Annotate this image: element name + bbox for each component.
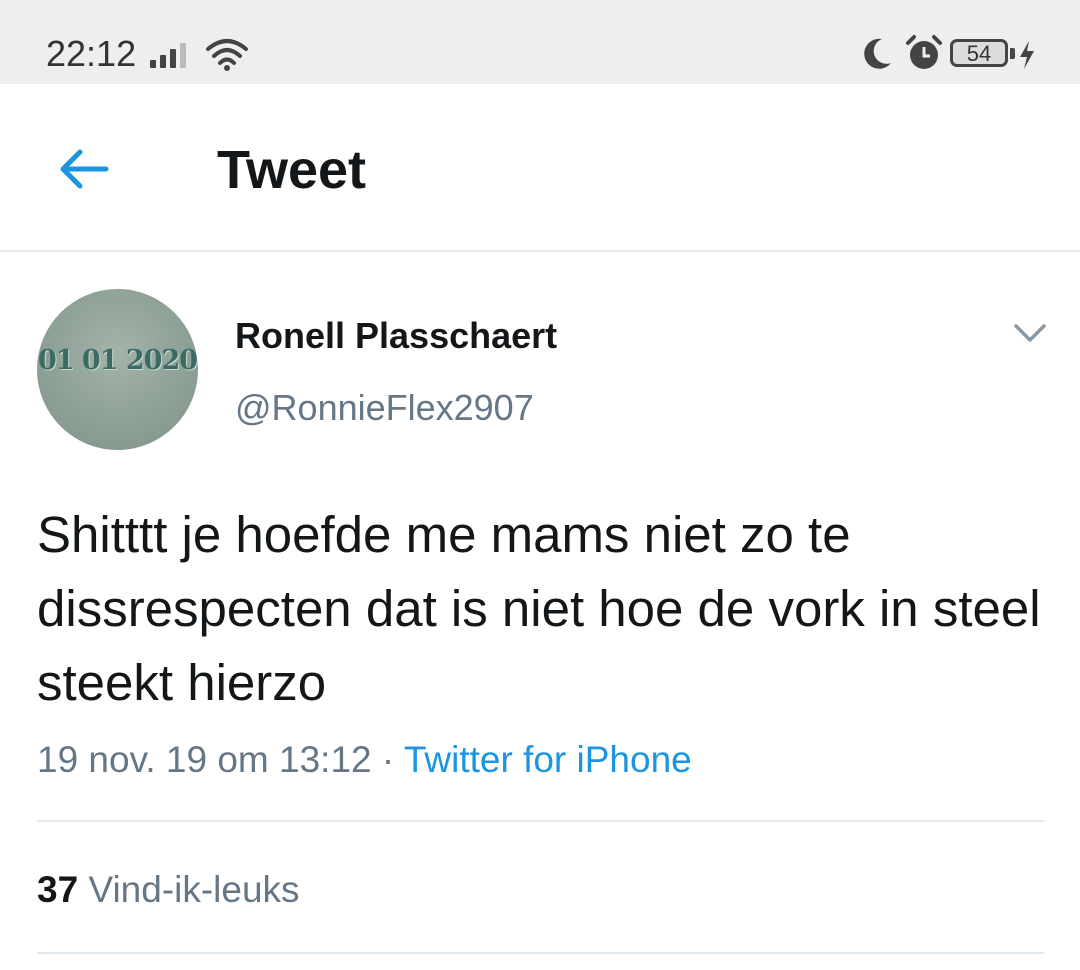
charging-bolt-icon (1018, 40, 1036, 75)
page-title: Tweet (217, 140, 367, 200)
more-options-button[interactable] (1012, 318, 1048, 348)
tweet-timestamp: 19 nov. 19 om 13:12 (37, 739, 372, 780)
divider (37, 820, 1044, 822)
display-name[interactable]: Ronell Plasschaert (235, 316, 557, 356)
tweet-text: Shitttt je hoefde me mams niet zo te dis… (37, 506, 1041, 711)
divider (37, 952, 1044, 954)
top-app-bar: Tweet (0, 84, 1080, 252)
likes-label: Vind-ik-leuks (88, 869, 300, 910)
back-button[interactable] (56, 144, 112, 194)
battery-icon: 54 (950, 39, 1008, 67)
wifi-icon (205, 37, 249, 78)
status-time: 22:12 (46, 33, 137, 74)
user-handle[interactable]: @RonnieFlex2907 (235, 388, 534, 428)
back-arrow-icon (60, 149, 109, 189)
chevron-down-icon (1014, 324, 1046, 342)
likes-row[interactable]: 37 Vind-ik-leuks (37, 868, 300, 912)
battery-level: 54 (966, 41, 992, 66)
avatar[interactable]: 01 01 2020 (37, 289, 198, 450)
tweet-meta: 19 nov. 19 om 13:12 · Twitter for iPhone (37, 738, 692, 782)
avatar-text: 01 01 2020 (37, 345, 198, 376)
moon-icon (858, 36, 894, 77)
alarm-icon (904, 34, 944, 79)
signal-icon (148, 40, 192, 75)
status-bar: 22:12 54 (0, 0, 1080, 84)
meta-separator: · (371, 739, 404, 780)
battery-tip (1010, 48, 1015, 59)
likes-count: 37 (37, 869, 79, 910)
tweet-source-link[interactable]: Twitter for iPhone (404, 739, 692, 780)
